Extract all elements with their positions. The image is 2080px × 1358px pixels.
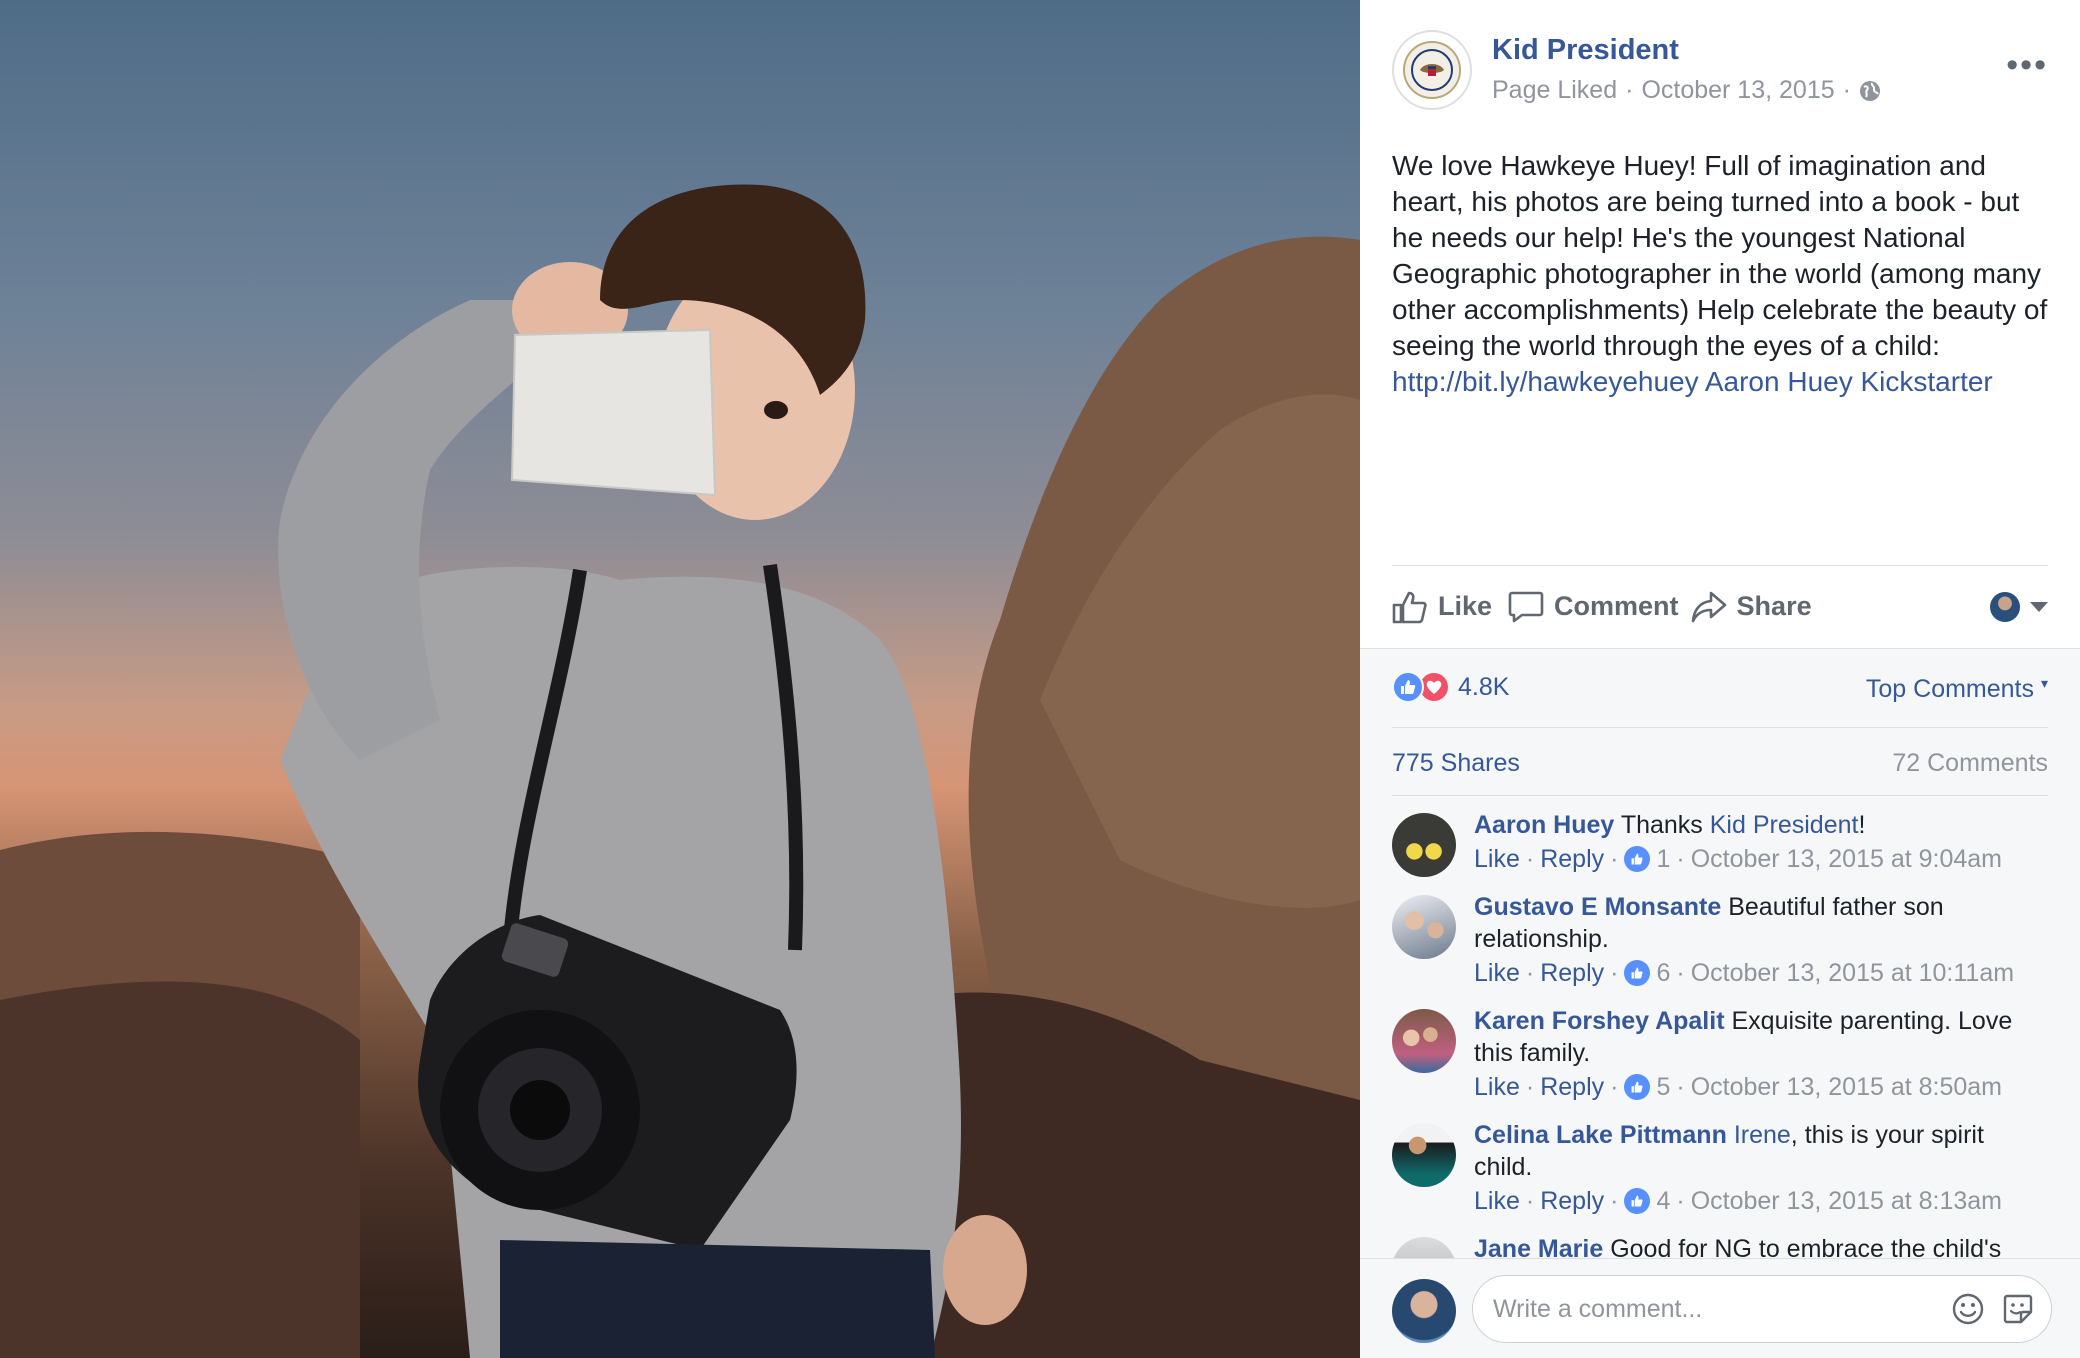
commenter-name[interactable]: Jane Marie [1474, 1235, 1603, 1259]
post-as-selector[interactable] [1990, 591, 2048, 622]
divider [1392, 727, 2048, 728]
post-date-link[interactable]: October 13, 2015 [1641, 76, 1834, 105]
more-options-button[interactable]: ••• [2006, 48, 2048, 82]
post-meta: Page Liked · October 13, 2015 · [1492, 76, 1881, 105]
page-liked-label: Page Liked [1492, 76, 1618, 104]
comment-reply-link[interactable]: Reply [1540, 1069, 1604, 1105]
current-user-avatar [1392, 1279, 1456, 1343]
share-button[interactable]: Share [1691, 590, 1812, 624]
page-name-link[interactable]: Kid President [1492, 34, 1679, 67]
share-icon [1691, 591, 1726, 622]
post-panel: Kid President Page Liked · October 13, 2… [1360, 0, 2080, 1358]
comment-label: Comment [1554, 591, 1679, 621]
commenter-avatar[interactable] [1392, 1009, 1456, 1073]
commenter-avatar[interactable] [1392, 813, 1456, 877]
comment-mention[interactable]: Irene [1734, 1121, 1791, 1149]
comment-text: Aaron Huey Thanks Kid President! [1474, 809, 2048, 841]
comment-like-link[interactable]: Like [1474, 1069, 1520, 1105]
reactions-summary[interactable]: 4.8K [1392, 671, 1509, 703]
like-reaction-icon [1392, 671, 1424, 703]
comment-footer: Like · Reply · 1 · October 13, 2015 at 9:04… [1474, 841, 2048, 877]
thumbs-up-icon [1392, 591, 1427, 623]
feedback-section: 4.8K Top Comments ▾ 775 Shares 72 Commen… [1360, 648, 2080, 1358]
comment-timestamp[interactable]: October 13, 2015 at 9:04am [1691, 841, 2002, 877]
comment-reply-link[interactable]: Reply [1540, 1183, 1604, 1219]
like-label: Like [1438, 591, 1493, 621]
commenter-name[interactable]: Celina Lake Pittmann [1474, 1121, 1727, 1149]
comment-text: Karen Forshey Apalit Exquisite parenting… [1474, 1005, 2048, 1069]
globe-icon[interactable] [1859, 80, 1881, 102]
comment-text: Celina Lake Pittmann Irene, this is your… [1474, 1119, 2048, 1183]
comments-count[interactable]: 72 Comments [1892, 749, 2048, 778]
comment-text-part: ! [1858, 811, 1866, 839]
comment-reply-link[interactable]: Reply [1540, 841, 1604, 877]
thumbs-up-icon [1624, 1188, 1651, 1214]
sort-label: Top Comments [1865, 675, 2035, 703]
comment-mention[interactable]: Kid President [1710, 811, 1859, 839]
comment-text-part: Good for NG to embrace the child's [1610, 1235, 2002, 1259]
comment-item: Karen Forshey Apalit Exquisite parenting… [1392, 1005, 2048, 1105]
comment-item: Aaron Huey Thanks Kid President! Like · R… [1392, 809, 2048, 877]
shares-count-link[interactable]: 775 Shares [1392, 749, 1520, 778]
like-button[interactable]: Like [1392, 590, 1492, 624]
chevron-down-icon [2030, 601, 2048, 612]
page-avatar[interactable] [1392, 30, 1472, 110]
reaction-count: 4.8K [1458, 672, 1510, 701]
comment-item: Gustavo E Monsante Beautiful father son … [1392, 891, 2048, 991]
post-body: We love Hawkeye Huey! Full of imaginatio… [1392, 150, 2048, 361]
comment-footer: Like · Reply · 4 · October 13, 2015 at 8:13… [1474, 1183, 2048, 1219]
share-label: Share [1736, 591, 1812, 621]
comment-item: Celina Lake Pittmann Irene, this is your… [1392, 1119, 2048, 1219]
meta-separator: · [1842, 76, 1851, 104]
divider [1392, 795, 2048, 796]
presidential-seal-icon [1403, 41, 1461, 99]
commenter-name[interactable]: Karen Forshey Apalit [1474, 1007, 1725, 1035]
comment-like-count[interactable]: 1 [1656, 841, 1670, 877]
post-photo[interactable] [0, 0, 1360, 1358]
commenter-name[interactable]: Gustavo E Monsante [1474, 893, 1721, 921]
comment-input[interactable] [1493, 1276, 1933, 1342]
thumbs-up-icon [1624, 1074, 1651, 1100]
composer-icons [1951, 1292, 2035, 1326]
thumbs-up-icon [1624, 960, 1651, 986]
comment-timestamp[interactable]: October 13, 2015 at 8:13am [1691, 1183, 2002, 1219]
commenter-name[interactable]: Aaron Huey [1474, 811, 1614, 839]
comment-sort-dropdown[interactable]: Top Comments ▾ [1866, 675, 2048, 704]
post-actions-bar: Like Comment Share [1392, 565, 2048, 647]
comment-like-count[interactable]: 5 [1656, 1069, 1670, 1105]
chevron-down-icon: ▾ [2040, 675, 2048, 691]
comment-like-link[interactable]: Like [1474, 955, 1520, 991]
commenter-avatar[interactable] [1392, 1123, 1456, 1187]
post-text: We love Hawkeye Huey! Full of imaginatio… [1392, 148, 2052, 400]
comment-text: Gustavo E Monsante Beautiful father son … [1474, 891, 2048, 955]
post-tags-link[interactable]: Aaron Huey Kickstarter [1705, 366, 1993, 397]
comment-like-link[interactable]: Like [1474, 1183, 1520, 1219]
comment-like-count[interactable]: 4 [1656, 1183, 1670, 1219]
comments-list: Aaron Huey Thanks Kid President! Like · R… [1392, 809, 2048, 1259]
thumbs-up-icon [1624, 846, 1651, 872]
comment-timestamp[interactable]: October 13, 2015 at 8:50am [1691, 1069, 2002, 1105]
comment-timestamp[interactable]: October 13, 2015 at 10:11am [1691, 955, 2014, 991]
current-user-avatar [1990, 591, 2020, 622]
commenter-avatar[interactable] [1392, 1237, 1456, 1259]
comment-footer: Like · Reply · 5 · October 13, 2015 at 8:50… [1474, 1069, 2048, 1105]
emoji-icon[interactable] [1951, 1292, 1985, 1326]
commenter-avatar[interactable] [1392, 895, 1456, 959]
comment-text-part: Thanks [1620, 811, 1710, 839]
post-link[interactable]: http://bit.ly/hawkeyehuey [1392, 366, 1699, 397]
comment-footer: Like · Reply · 6 · October 13, 2015 at 10:1… [1474, 955, 2048, 991]
comment-button[interactable]: Comment [1508, 590, 1679, 624]
comment-icon [1508, 591, 1544, 622]
comment-input-box[interactable] [1472, 1275, 2052, 1343]
meta-separator: · [1625, 76, 1634, 104]
comment-text: Jane Marie Good for NG to embrace the ch… [1474, 1233, 2048, 1259]
photo-illustration [0, 184, 1360, 1358]
comment-item: Jane Marie Good for NG to embrace the ch… [1392, 1233, 2048, 1259]
comment-like-link[interactable]: Like [1474, 841, 1520, 877]
sticker-icon[interactable] [2001, 1292, 2035, 1326]
comment-reply-link[interactable]: Reply [1540, 955, 1604, 991]
comment-composer [1360, 1258, 2080, 1358]
comment-like-count[interactable]: 6 [1656, 955, 1670, 991]
